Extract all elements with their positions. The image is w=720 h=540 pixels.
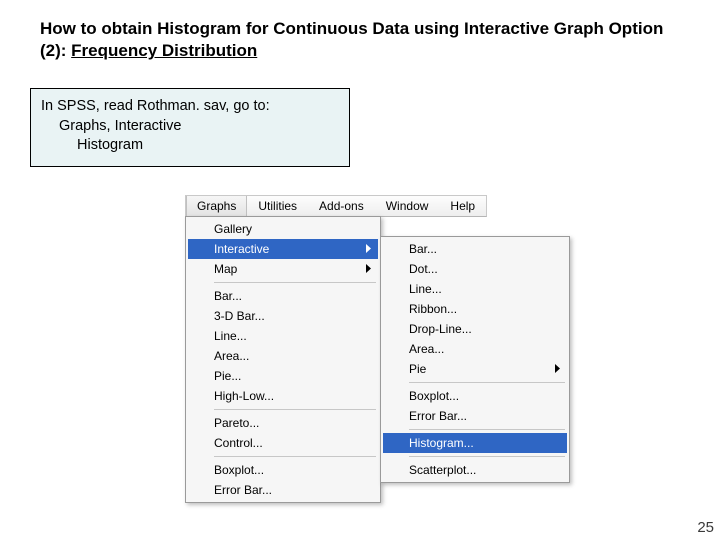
menu-item-label: Area... bbox=[409, 342, 444, 356]
title-underline: Frequency Distribution bbox=[71, 41, 257, 60]
menu-item-label: 3-D Bar... bbox=[214, 309, 265, 323]
menu-separator bbox=[214, 456, 376, 457]
submenu-arrow-icon bbox=[366, 244, 372, 253]
menu-item-label: Boxplot... bbox=[214, 463, 264, 477]
page-number: 25 bbox=[697, 519, 714, 536]
graphs-menu-item[interactable]: 3-D Bar... bbox=[188, 306, 378, 326]
menu-bar: GraphsUtilitiesAdd-onsWindowHelp bbox=[185, 195, 487, 217]
submenu-arrow-icon bbox=[366, 264, 372, 273]
menu-item-label: Line... bbox=[409, 282, 442, 296]
menu-separator bbox=[214, 282, 376, 283]
graphs-menu-item[interactable]: Pareto... bbox=[188, 413, 378, 433]
interactive-menu-item[interactable]: Boxplot... bbox=[383, 386, 567, 406]
interactive-menu-item[interactable]: Ribbon... bbox=[383, 299, 567, 319]
interactive-menu-item[interactable]: Error Bar... bbox=[383, 406, 567, 426]
menu-item-label: Pareto... bbox=[214, 416, 259, 430]
graphs-menu-item[interactable]: Error Bar... bbox=[188, 480, 378, 500]
menubar-item-utilities[interactable]: Utilities bbox=[247, 196, 308, 216]
menu-item-label: Bar... bbox=[409, 242, 437, 256]
menu-item-label: Map bbox=[214, 262, 237, 276]
graphs-menu-item[interactable]: Control... bbox=[188, 433, 378, 453]
instruction-line: Graphs, Interactive bbox=[41, 117, 341, 137]
menu-item-label: High-Low... bbox=[214, 389, 274, 403]
interactive-menu-item[interactable]: Area... bbox=[383, 339, 567, 359]
menu-item-label: Ribbon... bbox=[409, 302, 457, 316]
interactive-menu-item[interactable]: Dot... bbox=[383, 259, 567, 279]
slide-title: How to obtain Histogram for Continuous D… bbox=[0, 0, 720, 68]
menubar-item-add-ons[interactable]: Add-ons bbox=[308, 196, 375, 216]
menu-item-label: Pie bbox=[409, 362, 426, 376]
graphs-menu-item[interactable]: Bar... bbox=[188, 286, 378, 306]
menu-separator bbox=[214, 409, 376, 410]
menu-item-label: Bar... bbox=[214, 289, 242, 303]
interactive-menu-item[interactable]: Scatterplot... bbox=[383, 460, 567, 480]
menubar-item-window[interactable]: Window bbox=[375, 196, 440, 216]
instruction-line: In SPSS, read Rothman. sav, go to: bbox=[41, 97, 341, 117]
menu-item-label: Error Bar... bbox=[409, 409, 467, 423]
graphs-menu-item[interactable]: Interactive bbox=[188, 239, 378, 259]
menu-item-label: Interactive bbox=[214, 242, 269, 256]
menubar-item-help[interactable]: Help bbox=[439, 196, 486, 216]
menu-item-label: Boxplot... bbox=[409, 389, 459, 403]
interactive-menu-item[interactable]: Histogram... bbox=[383, 433, 567, 453]
graphs-menu-item[interactable]: High-Low... bbox=[188, 386, 378, 406]
graphs-menu-item[interactable]: Pie... bbox=[188, 366, 378, 386]
spss-menu-screenshot: GraphsUtilitiesAdd-onsWindowHelp Gallery… bbox=[185, 195, 487, 217]
menu-item-label: Line... bbox=[214, 329, 247, 343]
menu-item-label: Area... bbox=[214, 349, 249, 363]
graphs-menu-item[interactable]: Boxplot... bbox=[188, 460, 378, 480]
menu-item-label: Error Bar... bbox=[214, 483, 272, 497]
interactive-submenu: Bar... Dot... Line... Ribbon... Drop-Line...… bbox=[380, 236, 570, 483]
interactive-menu-item[interactable]: Drop-Line... bbox=[383, 319, 567, 339]
menu-item-label: Gallery bbox=[214, 222, 252, 236]
interactive-menu-item[interactable]: Line... bbox=[383, 279, 567, 299]
instruction-line: Histogram bbox=[41, 136, 341, 156]
menu-item-label: Pie... bbox=[214, 369, 241, 383]
graphs-menu-item[interactable]: Map bbox=[188, 259, 378, 279]
submenu-arrow-icon bbox=[555, 364, 561, 373]
interactive-menu-item[interactable]: Bar... bbox=[383, 239, 567, 259]
graphs-menu-item[interactable]: Gallery bbox=[188, 219, 378, 239]
menu-item-label: Scatterplot... bbox=[409, 463, 476, 477]
menu-item-label: Drop-Line... bbox=[409, 322, 472, 336]
graphs-menu-item[interactable]: Area... bbox=[188, 346, 378, 366]
menu-separator bbox=[409, 382, 565, 383]
menubar-item-graphs[interactable]: Graphs bbox=[186, 196, 247, 216]
instruction-box: In SPSS, read Rothman. sav, go to: Graph… bbox=[30, 88, 350, 167]
menu-separator bbox=[409, 456, 565, 457]
graphs-dropdown: Gallery Interactive Map Bar... 3-D Bar... Lin… bbox=[185, 216, 381, 503]
interactive-menu-item[interactable]: Pie bbox=[383, 359, 567, 379]
menu-item-label: Control... bbox=[214, 436, 263, 450]
menu-separator bbox=[409, 429, 565, 430]
menu-item-label: Dot... bbox=[409, 262, 438, 276]
menu-item-label: Histogram... bbox=[409, 436, 474, 450]
graphs-menu-item[interactable]: Line... bbox=[188, 326, 378, 346]
